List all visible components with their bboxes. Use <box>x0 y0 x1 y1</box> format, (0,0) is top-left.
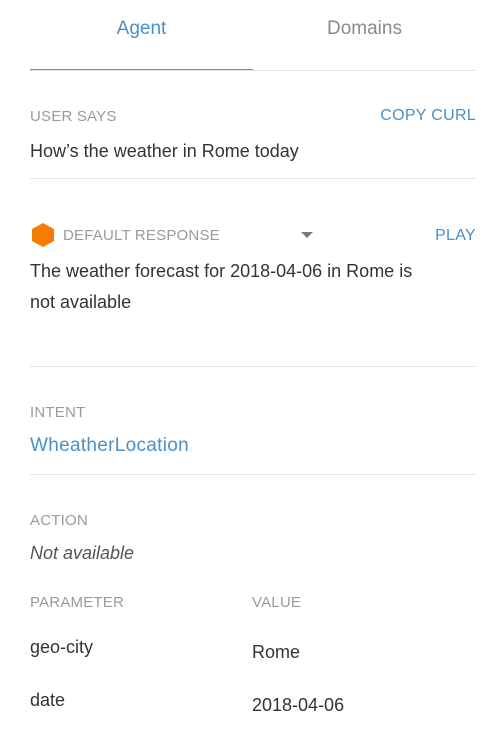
intent-link[interactable]: WheatherLocation <box>30 435 189 457</box>
parameter-header: PARAMETER <box>30 594 125 611</box>
tab-agent[interactable]: Agent <box>30 18 253 42</box>
tab-bar: Agent Domains <box>30 0 476 71</box>
user-says-label: USER SAYS <box>30 108 117 125</box>
copy-curl-button[interactable]: COPY CURL <box>380 107 476 125</box>
divider <box>30 474 476 475</box>
response-text-line1: The weather forecast for 2018-04-06 in R… <box>30 261 413 281</box>
intent-label: INTENT <box>30 404 86 421</box>
hexagon-icon <box>32 223 54 247</box>
parameter-value: Rome <box>252 642 301 662</box>
action-label: ACTION <box>30 512 88 529</box>
parameter-name: date <box>30 690 66 710</box>
parameter-name: geo-city <box>30 637 94 657</box>
tab-bar-divider <box>30 70 476 71</box>
user-query-text: How’s the weather in Rome today <box>30 141 299 161</box>
parameter-value: 2018-04-06 <box>252 695 345 715</box>
default-response-label: DEFAULT RESPONSE <box>63 227 220 244</box>
play-button[interactable]: PLAY <box>435 227 476 245</box>
value-header: VALUE <box>252 594 302 611</box>
divider <box>30 178 476 179</box>
chevron-down-icon[interactable] <box>301 232 313 238</box>
divider <box>30 366 476 367</box>
tab-domains[interactable]: Domains <box>253 18 476 42</box>
response-text-line2: not available <box>30 292 132 312</box>
action-value: Not available <box>30 543 135 563</box>
